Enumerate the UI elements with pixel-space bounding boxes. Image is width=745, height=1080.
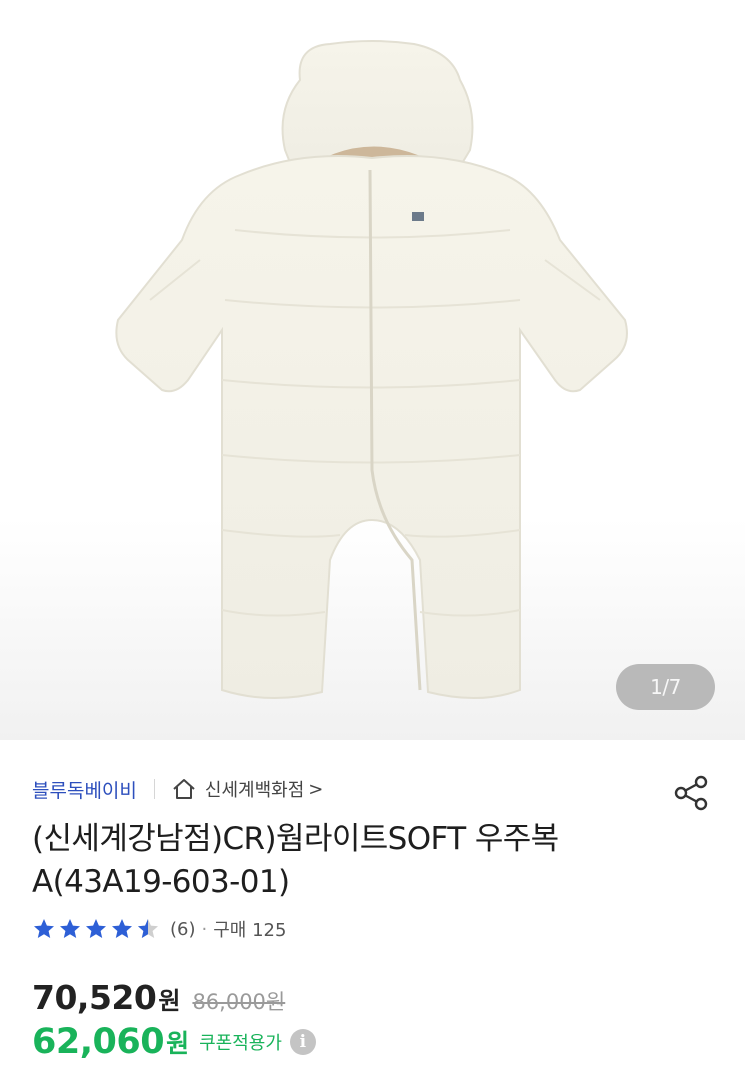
rating-stars (32, 917, 162, 941)
sale-price-currency: 원 (158, 987, 181, 1015)
coupon-label: 쿠폰적용가 (199, 1033, 282, 1054)
rating-row[interactable]: (6) · 구매 125 (32, 915, 286, 943)
image-page-indicator: 1/7 (616, 664, 715, 710)
product-info: 블루독베이비 신세계백화점 > (신세계강남점)CR)웜라이트SOFT 우주복A… (0, 740, 745, 1080)
sale-price: 70,520 (32, 978, 157, 1017)
home-icon (173, 779, 195, 799)
price-row: 70,520 원 86,000원 (32, 978, 285, 1017)
store-link[interactable]: 신세계백화점 > (171, 776, 323, 802)
chevron-right-icon: > (308, 778, 324, 800)
review-count[interactable]: (6) (170, 919, 196, 940)
coupon-price-row: 62,060 원 쿠폰적용가 i (32, 1022, 316, 1062)
brand-row: 블루독베이비 신세계백화점 > (32, 774, 323, 804)
purchase-count: 구매 125 (213, 920, 287, 941)
separator-dot: · (201, 918, 208, 940)
original-price: 86,000원 (192, 990, 286, 1014)
star-full-icon (60, 919, 80, 938)
product-image (115, 40, 628, 700)
product-image-gallery[interactable]: 1/7 (0, 0, 745, 740)
star-full-icon (34, 919, 54, 938)
product-title: (신세계강남점)CR)웜라이트SOFT 우주복A(43A19-603-01) (32, 821, 559, 900)
coupon-price-currency: 원 (166, 1029, 190, 1058)
brand-link[interactable]: 블루독베이비 (32, 776, 137, 803)
store-name: 신세계백화점 (204, 780, 305, 801)
info-icon[interactable]: i (289, 1029, 316, 1055)
star-full-icon (86, 919, 106, 938)
star-half-icon (138, 919, 158, 938)
star-full-icon (112, 919, 132, 938)
divider (153, 779, 155, 799)
coupon-price: 62,060 (32, 1022, 165, 1062)
share-icon[interactable] (672, 773, 712, 813)
